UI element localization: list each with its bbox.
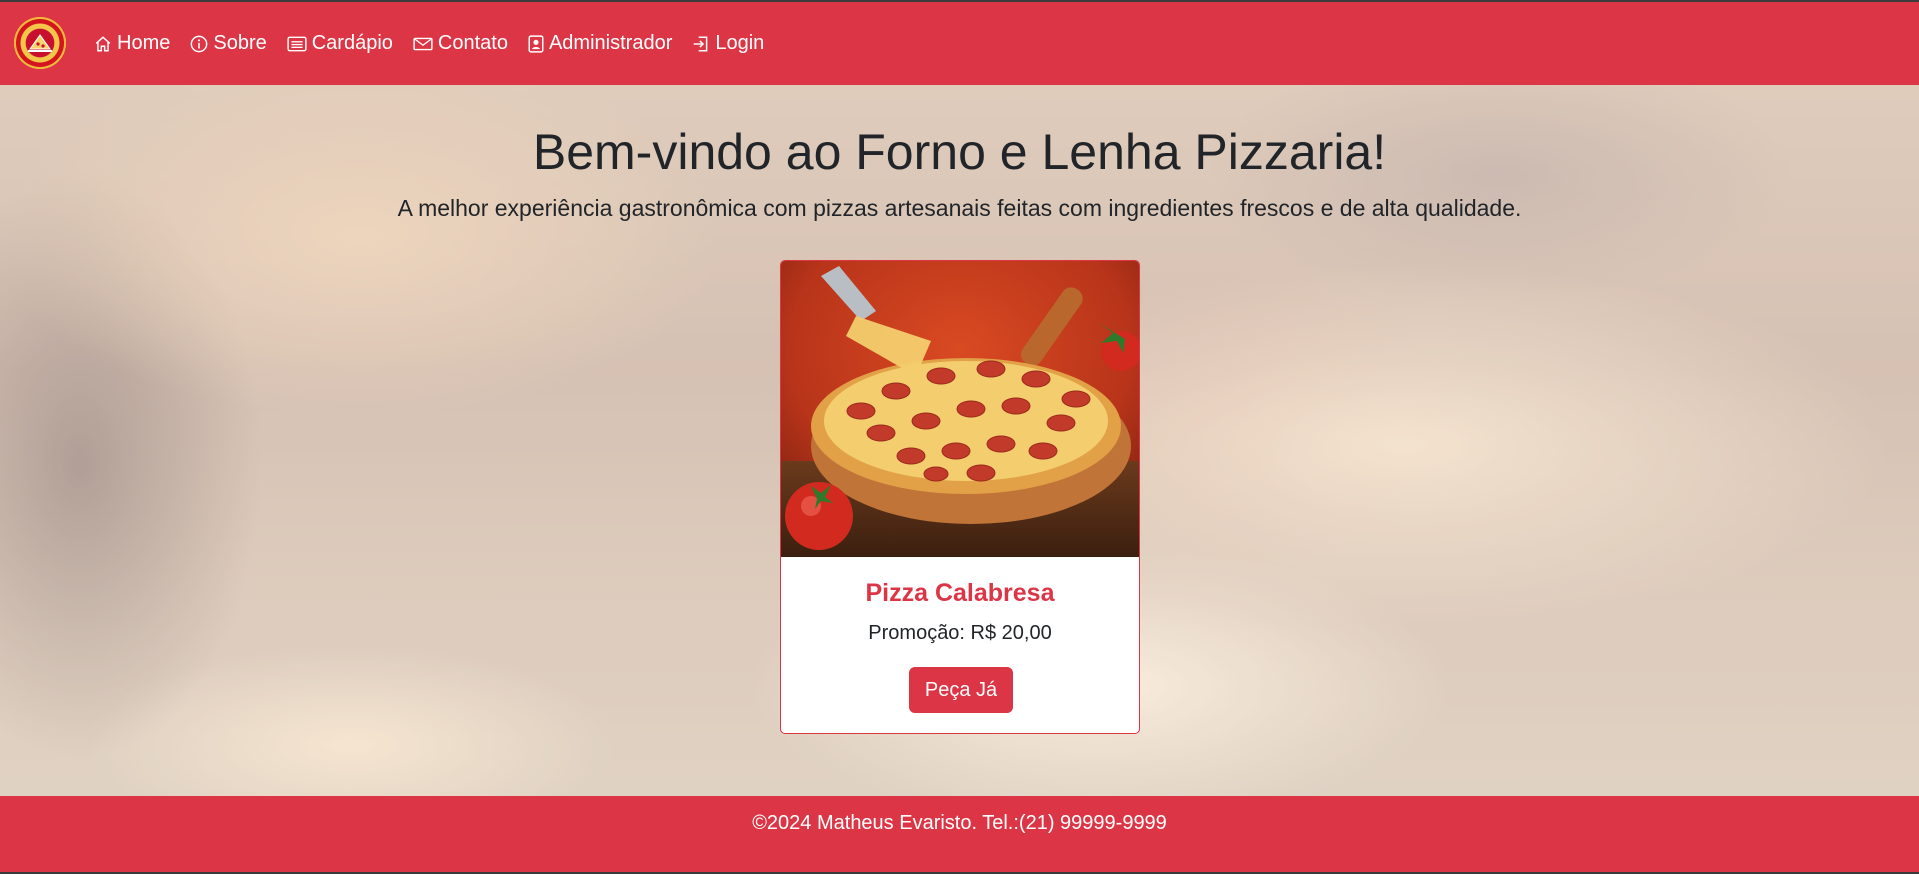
nav-home-label: Home [117, 32, 171, 54]
house-icon [95, 35, 111, 51]
footer: ©2024 Matheus Evaristo. Tel.:(21) 99999-… [0, 796, 1919, 872]
list-card-icon [287, 36, 307, 51]
nav-home[interactable]: Home [94, 32, 170, 55]
card-title: Pizza Calabresa [865, 579, 1055, 607]
nav-cardapio-label: Cardápio [311, 32, 393, 54]
nav-sobre[interactable]: Sobre [190, 32, 267, 55]
nav-cardapio[interactable]: Cardápio [287, 32, 393, 55]
nav-administrador[interactable]: Administrador [528, 32, 672, 55]
nav-contato-label: Contato [437, 32, 508, 54]
nav-sobre-label: Sobre [213, 32, 267, 54]
pizza-calabresa-image [781, 261, 1139, 557]
box-arrow-in-right-icon [694, 36, 708, 51]
footer-text: ©2024 Matheus Evaristo. Tel.:(21) 99999-… [752, 812, 1167, 834]
navbar: Home Sobre Cardápio Contato Administrado… [0, 2, 1919, 85]
product-card: Pizza Calabresa Promoção: R$ 20,00 Peça … [780, 260, 1140, 734]
info-circle-icon [190, 35, 208, 52]
person-badge-icon [528, 34, 544, 53]
nav-contato[interactable]: Contato [413, 32, 508, 55]
nav-login-label: Login [715, 32, 765, 54]
card-price: Promoção: R$ 20,00 [868, 622, 1052, 644]
envelope-icon [413, 37, 433, 50]
nav-login[interactable]: Login [692, 32, 764, 55]
hero-section: Bem-vindo ao Forno e Lenha Pizzaria! A m… [0, 85, 1919, 796]
pizzeria-logo[interactable] [14, 17, 66, 69]
page-subtitle: A melhor experiência gastronômica com pi… [397, 195, 1522, 221]
nav-administrador-label: Administrador [548, 32, 673, 54]
order-now-button[interactable]: Peça Já [909, 667, 1013, 713]
page-title: Bem-vindo ao Forno e Lenha Pizzaria! [532, 124, 1387, 180]
pizza-slice-icon [28, 34, 52, 52]
